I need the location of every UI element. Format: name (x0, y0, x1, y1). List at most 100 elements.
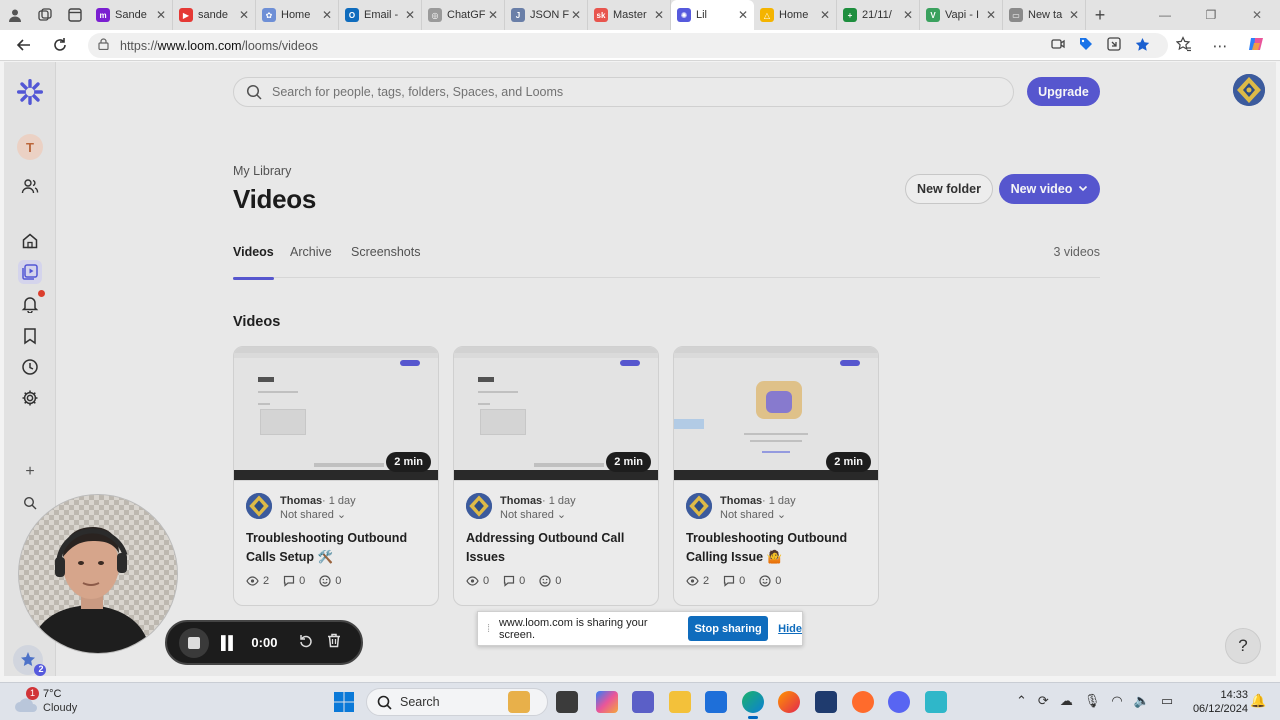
close-window-button[interactable]: ✕ (1234, 0, 1280, 30)
tab-archive[interactable]: Archive (290, 245, 332, 278)
author-avatar[interactable] (686, 493, 712, 519)
restart-icon[interactable] (299, 634, 313, 652)
author-name[interactable]: Thomas (720, 495, 762, 507)
shopping-tag-icon[interactable] (1079, 37, 1093, 54)
volume-icon[interactable]: 🔈 (1134, 693, 1150, 709)
more-options-icon[interactable]: ⋯ (1202, 37, 1238, 55)
video-card[interactable]: 2 min Thomas · 1 day Not shared ⌄ Troublesho… (233, 346, 439, 606)
help-button[interactable]: ? (1225, 628, 1261, 664)
browser-tab[interactable]: ✿ Home ✕ (256, 0, 339, 30)
tab-screenshots[interactable]: Screenshots (351, 245, 420, 278)
loom-logo-icon[interactable] (16, 78, 44, 106)
browser-tab[interactable]: m Sande ✕ (90, 0, 173, 30)
video-card[interactable]: 2 min Thomas · 1 day Not shared ⌄ Addressing… (453, 346, 659, 606)
new-folder-button[interactable]: New folder (905, 174, 993, 204)
workspace-avatar[interactable]: T (17, 134, 43, 160)
taskbar-clock[interactable]: 14:33 06/12/2024 (1192, 688, 1248, 716)
onedrive-cloud-icon[interactable]: ☁ (1060, 693, 1073, 709)
workspaces-icon[interactable] (30, 0, 60, 30)
edge-browser-icon[interactable] (742, 691, 764, 719)
copilot-app-icon[interactable] (596, 691, 618, 713)
lock-icon[interactable] (98, 38, 120, 53)
library-icon[interactable] (18, 260, 42, 284)
close-tab-icon[interactable]: ✕ (237, 8, 251, 22)
new-video-button[interactable]: New video (999, 174, 1100, 204)
notepad-app-icon[interactable] (925, 691, 947, 713)
pause-icon[interactable]: ▌▌ (221, 635, 237, 650)
app-available-icon[interactable] (1107, 37, 1121, 54)
sidebar-search-icon[interactable] (18, 491, 42, 515)
postman-app-icon[interactable] (852, 691, 874, 713)
windows-start-icon[interactable] (333, 691, 355, 713)
wifi-icon[interactable]: ◠ (1111, 693, 1122, 709)
sharing-status[interactable]: Not shared ⌄ (500, 508, 566, 521)
close-tab-icon[interactable]: ✕ (652, 8, 666, 22)
stop-sharing-button[interactable]: Stop sharing (688, 616, 769, 641)
video-card[interactable]: 2 min Thomas · 1 day Not shared ⌄ Troublesho… (673, 346, 879, 606)
back-button[interactable] (6, 30, 42, 60)
new-tab-button[interactable]: + (1086, 5, 1114, 26)
close-tab-icon[interactable]: ✕ (403, 8, 417, 22)
sharing-status[interactable]: Not shared ⌄ (720, 508, 786, 521)
bookmark-icon[interactable] (18, 324, 42, 348)
author-name[interactable]: Thomas (280, 495, 322, 507)
breadcrumb[interactable]: My Library (233, 164, 291, 178)
terminal-app-icon[interactable] (556, 691, 578, 713)
add-icon[interactable]: + (18, 460, 42, 484)
loom-extension-badge[interactable]: 2 (8, 644, 48, 678)
camera-in-use-icon[interactable] (1051, 38, 1065, 53)
close-tab-icon[interactable]: ✕ (984, 8, 998, 22)
video-title[interactable]: Troubleshooting Outbound Calls Setup 🛠️ (246, 529, 430, 567)
close-tab-icon[interactable]: ✕ (1067, 8, 1081, 22)
browser-tab[interactable]: ▭ New ta ✕ (1003, 0, 1086, 30)
video-title[interactable]: Troubleshooting Outbound Calling Issue 🤷 (686, 529, 870, 567)
close-tab-icon[interactable]: ✕ (154, 8, 168, 22)
settings-gear-icon[interactable] (18, 386, 42, 410)
video-thumbnail[interactable]: 2 min (454, 347, 658, 481)
browser-tab[interactable]: V Vapi - I ✕ (920, 0, 1003, 30)
history-clock-icon[interactable] (18, 355, 42, 379)
browser-tab[interactable]: sk Master ✕ (588, 0, 671, 30)
teams-app-icon[interactable] (632, 691, 654, 713)
code-editor-icon[interactable] (815, 691, 837, 713)
close-tab-icon[interactable]: ✕ (901, 8, 915, 22)
discord-app-icon[interactable] (888, 691, 910, 713)
close-tab-icon[interactable]: ✕ (320, 8, 334, 22)
battery-icon[interactable]: ▭ (1161, 693, 1173, 709)
show-hidden-icons[interactable]: ⌃ (1016, 693, 1027, 709)
home-icon[interactable] (18, 229, 42, 253)
video-thumbnail[interactable]: 2 min (234, 347, 438, 481)
browser-tab[interactable]: J JSON F ✕ (505, 0, 588, 30)
close-tab-icon[interactable]: ✕ (818, 8, 832, 22)
search-input[interactable]: Search for people, tags, folders, Spaces… (233, 77, 1014, 107)
hide-button[interactable]: Hide (778, 623, 802, 635)
restore-button[interactable]: ❐ (1188, 0, 1234, 30)
profile-icon[interactable] (0, 0, 30, 30)
weather-widget[interactable]: 1 7°C Cloudy (14, 687, 94, 717)
author-avatar[interactable] (466, 493, 492, 519)
notification-center-icon[interactable]: 🔔 (1250, 693, 1266, 709)
drag-handle-icon[interactable]: ⁞ (478, 623, 499, 635)
browser-tab[interactable]: ✺ Lil ✕ (671, 0, 754, 30)
refresh-button[interactable] (42, 30, 78, 60)
close-tab-icon[interactable]: ✕ (486, 8, 500, 22)
vertical-tabs-icon[interactable] (60, 0, 90, 30)
browser-tab[interactable]: ◎ ChatGF ✕ (422, 0, 505, 30)
webcam-bubble[interactable] (18, 494, 178, 654)
url-field[interactable]: https://www.loom.com/looms/videos (88, 33, 1168, 58)
favorite-star-icon[interactable] (1135, 37, 1150, 55)
favorites-icon[interactable] (1166, 35, 1202, 56)
store-app-icon[interactable] (705, 691, 727, 713)
upgrade-button[interactable]: Upgrade (1027, 77, 1100, 106)
author-name[interactable]: Thomas (500, 495, 542, 507)
minimize-button[interactable]: — (1142, 0, 1188, 30)
close-tab-icon[interactable]: ✕ (736, 8, 750, 22)
file-explorer-icon[interactable] (669, 691, 691, 713)
sharing-status[interactable]: Not shared ⌄ (280, 508, 346, 521)
stop-recording-button[interactable] (179, 627, 209, 658)
sync-icon[interactable]: ⟳ (1038, 693, 1049, 709)
firefox-app-icon[interactable] (778, 691, 800, 713)
notifications-bell-icon[interactable] (18, 290, 45, 316)
browser-tab[interactable]: +21/11/ ✕ (837, 0, 920, 30)
delete-trash-icon[interactable] (327, 633, 341, 653)
